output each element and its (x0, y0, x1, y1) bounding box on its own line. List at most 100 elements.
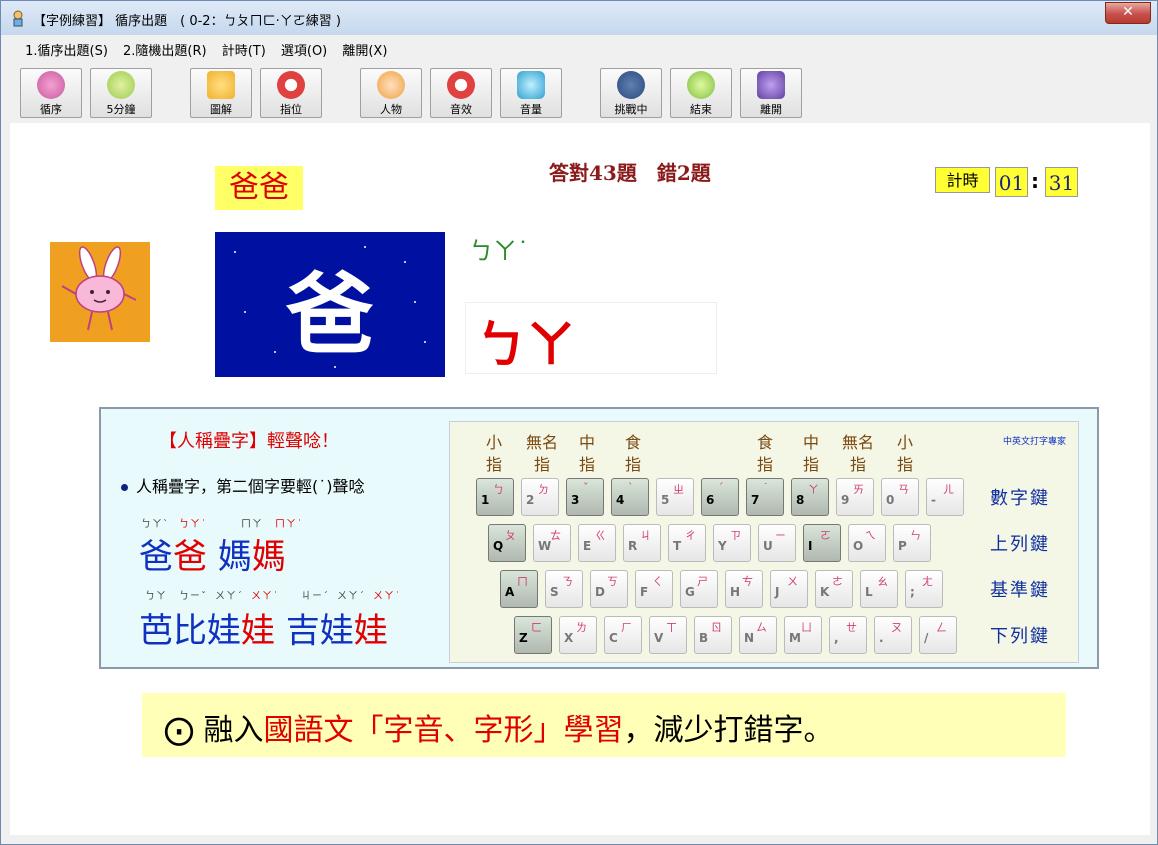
key-Y: Yㄗ (713, 524, 751, 562)
close-button[interactable]: ✕ (1105, 2, 1151, 24)
key-letter: U (763, 539, 773, 553)
key-9: 9ㄞ (836, 478, 874, 516)
typing-input[interactable]: ㄅㄚ (465, 302, 717, 374)
sound-effect-button[interactable]: 音效 (430, 68, 492, 118)
key-V: Vㄒ (649, 616, 687, 654)
example-zhuyin: ㄐㄧˊ (301, 591, 329, 602)
key-letter: , (834, 631, 839, 645)
key-U: Uㄧ (758, 524, 796, 562)
key-zhuyin: ㄩ (801, 621, 812, 634)
key-zhuyin: ㄉ (538, 483, 549, 496)
key-zhuyin: ㄤ (922, 575, 933, 588)
key--: -ㄦ (926, 478, 964, 516)
key-letter: 8 (796, 493, 805, 507)
example-row-1: 爸爸 媽媽 (139, 529, 286, 578)
volume-button[interactable]: 音量 (500, 68, 562, 118)
key-letter: K (820, 585, 830, 599)
leave-button[interactable]: 離開 (740, 68, 802, 118)
key-letter: H (730, 585, 741, 599)
key-P: Pㄣ (893, 524, 931, 562)
menu-options[interactable]: 選項(O) (276, 37, 332, 62)
menu-exit[interactable]: 離開(X) (337, 37, 392, 62)
row-name: 基準鍵 (990, 580, 1050, 601)
key-letter: 4 (616, 493, 625, 507)
key-letter: 5 (661, 493, 670, 507)
key-G: Gㄕ (680, 570, 718, 608)
key-;: ; ㄤ (905, 570, 943, 608)
key-zhuyin: ㄝ (846, 621, 857, 634)
key-L: Lㄠ (860, 570, 898, 608)
example-char: 娃 (319, 611, 354, 651)
key-,: ,ㄝ (829, 616, 867, 654)
key-F: Fㄑ (635, 570, 673, 608)
key-.: .ㄡ (874, 616, 912, 654)
diagram-button[interactable]: 圖解 (190, 68, 252, 118)
start-icon (617, 71, 645, 99)
key-zhuyin: ㄌ (576, 621, 587, 634)
key-letter: Q (493, 539, 504, 553)
key-letter: 3 (571, 493, 580, 507)
key-letter: O (853, 539, 864, 553)
menu-timer[interactable]: 計時(T) (217, 37, 271, 62)
example-char: 娃 (241, 611, 275, 651)
key-letter: M (789, 631, 801, 645)
key-zhuyin: ㄜ (832, 575, 843, 588)
key-letter: 9 (841, 493, 850, 507)
no-sound-icon (447, 71, 475, 99)
five-minute-button[interactable]: 5分鐘 (90, 68, 152, 118)
title-bar[interactable]: 【字例練習】 循序出題 ( 0-2：ㄅㄆㄇㄈ‧ㄚㄛ練習 ) ✕ (1, 1, 1157, 35)
key-zhuyin: ˋ (628, 481, 634, 494)
key-zhuyin: ㄅ (493, 483, 504, 496)
row-name: 上列鍵 (990, 534, 1050, 555)
key-letter: Z (519, 631, 528, 645)
menu-random[interactable]: 2.隨機出題(R) (118, 37, 212, 62)
app-window: 【字例練習】 循序出題 ( 0-2：ㄅㄆㄇㄈ‧ㄚㄛ練習 ) ✕ 1.循序出題(S… (0, 0, 1158, 845)
home-icon (37, 71, 65, 99)
key-J: Jㄨ (770, 570, 808, 608)
row-name: 數字鍵 (990, 488, 1050, 509)
key-zhuyin: ㄙ (756, 621, 767, 634)
key-letter: D (595, 585, 605, 599)
key-zhuyin: ㄗ (730, 529, 741, 542)
typed-text: ㄅㄚ (476, 316, 576, 374)
key-/: / ㄥ (919, 616, 957, 654)
key-zhuyin: ㄓ (673, 483, 684, 496)
challenge-button[interactable]: 挑戰中 (600, 68, 662, 118)
key-zhuyin: ㄨ (787, 575, 798, 588)
key-0: 0ㄢ (881, 478, 919, 516)
key-letter: S (550, 585, 559, 599)
key-letter: X (564, 631, 574, 645)
example-char: 娃 (207, 611, 241, 651)
key-S: Sㄋ (545, 570, 583, 608)
key-zhuyin: ㄎ (607, 575, 618, 588)
key-zhuyin: ㄦ (943, 483, 954, 496)
key-3: 3ˇ (566, 478, 604, 516)
key-T: Tㄔ (668, 524, 706, 562)
example-char: 吉 (285, 611, 320, 651)
current-word: 爸爸 (215, 166, 303, 210)
key-zhuyin: ㄕ (697, 575, 708, 588)
example-char: 芭 (139, 611, 173, 651)
exit-door-icon (757, 71, 785, 99)
menu-sequential[interactable]: 1.循序出題(S) (20, 37, 113, 62)
key-letter: A (505, 585, 515, 599)
key-zhuyin: ㄋ (562, 575, 573, 588)
end-button[interactable]: 結束 (670, 68, 732, 118)
key-zhuyin: ㄞ (853, 483, 864, 496)
slogan-suffix: ，減少打錯字。 (623, 713, 834, 748)
key-letter: 6 (706, 493, 715, 507)
finger-position-button[interactable]: 指位 (260, 68, 322, 118)
timer-label: 計時 (935, 167, 990, 193)
timer-minutes: 01 (995, 167, 1028, 197)
finger-label: 食指 (624, 433, 641, 474)
character-button[interactable]: 人物 (360, 68, 422, 118)
sequential-button[interactable]: 循序 (20, 68, 82, 118)
finger-label: 中指 (578, 433, 595, 474)
example-zhuyin: ㄅㄚ˙ (179, 519, 207, 530)
key-zhuyin: ㄧ (775, 529, 786, 542)
key-zhuyin: ㄥ (936, 621, 947, 634)
example-char: 娃 (353, 611, 388, 651)
clipboard-icon (207, 71, 235, 99)
current-character: 爸 (285, 262, 374, 366)
key-zhuyin: ㄑ (652, 575, 663, 588)
